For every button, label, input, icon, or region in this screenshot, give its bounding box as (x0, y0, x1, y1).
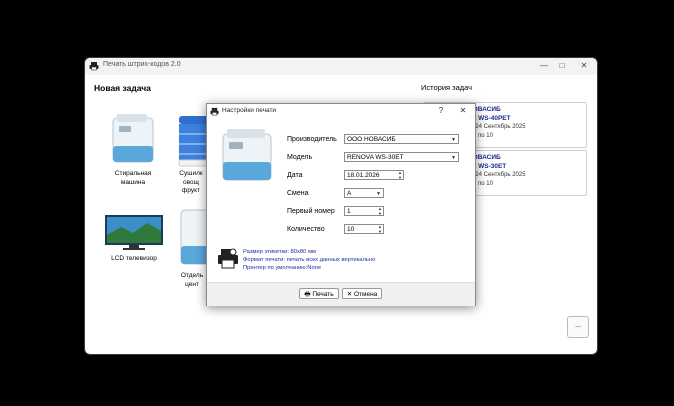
printer-icon: 🖶 (304, 291, 311, 298)
print-button[interactable]: 🖶 Печать (299, 288, 339, 299)
chevron-down-icon: ▼ (376, 191, 381, 197)
date-stepper[interactable]: ▲ ▼ (396, 170, 404, 181)
label-printer-icon (218, 248, 238, 269)
model-select[interactable]: RENOVA WS-30ET ▼ (344, 152, 459, 162)
product-label-line1: Отдель (180, 272, 204, 279)
shift-select[interactable]: А ▼ (344, 188, 384, 198)
dryer-image (178, 116, 207, 167)
date-value: 18.01.2026 (347, 172, 380, 179)
chevron-down-icon: ▼ (451, 137, 456, 143)
first-number-stepper[interactable]: ▲ ▼ (376, 206, 384, 217)
date-field[interactable]: 18.01.2026 ▲ ▼ (344, 170, 404, 180)
model-value: RENOVA WS-30ET (347, 154, 404, 161)
product-label-line1: Сушилк (179, 170, 203, 177)
dialog-title-bar: Настройки печати ? ✕ (207, 104, 475, 119)
dialog-title: Настройки печати (222, 107, 277, 114)
quantity-value: 10 (347, 226, 355, 233)
history-title: История задач (421, 83, 473, 92)
dialog-footer: 🖶 Печать ✕ Отмена (207, 282, 475, 306)
chevron-down-icon: ▼ (451, 155, 456, 161)
print-settings-dialog: Настройки печати ? ✕ Производитель ООО Н… (206, 103, 476, 306)
product-label-line3: фрукт (181, 187, 201, 194)
title-bar: Печать штрих-кодов 2.0 — □ ✕ (85, 58, 597, 75)
quantity-stepper[interactable]: ▲ ▼ (376, 224, 384, 235)
close-button[interactable]: ✕ (575, 60, 593, 72)
printer-icon (89, 62, 99, 71)
history-date: А. 24 Сентябрь 2025 (468, 124, 526, 130)
shift-label: Смена (287, 190, 309, 197)
window-title: Печать штрих-кодов 2.0 (103, 61, 181, 68)
first-number-field[interactable]: 1 ▲ ▼ (344, 206, 384, 216)
date-label: Дата (287, 172, 303, 179)
product-dryer[interactable]: Сушилк овощ фрукт (175, 112, 207, 196)
new-task-title: Новая задача (94, 83, 151, 93)
product-spin-dryer[interactable]: Отдель цент (177, 206, 207, 289)
washing-machine-image (112, 114, 154, 163)
product-lcd-tv[interactable]: LCD телевизор (103, 213, 165, 264)
washing-machine-image (222, 129, 272, 181)
print-button-label: Печать (312, 291, 334, 298)
first-number-label: Первый номер (287, 208, 335, 215)
product-label-line2: машина (120, 178, 146, 186)
spin-dryer-image (180, 209, 207, 265)
product-washing-machine[interactable]: Стиральная машина (105, 112, 161, 187)
maximize-button[interactable]: □ (553, 60, 571, 72)
minimize-button[interactable]: — (535, 60, 553, 72)
default-printer-info: Принтер по умолчанию:None (243, 265, 322, 271)
manufacturer-value: ООО НОВАСИБ (347, 136, 396, 143)
tv-image (105, 215, 163, 250)
quantity-field[interactable]: 10 ▲ ▼ (344, 224, 384, 234)
close-icon: ✕ (346, 291, 353, 298)
more-button[interactable]: ... (567, 316, 589, 338)
quantity-label: Количество (287, 226, 325, 233)
product-label-line1: Стиральная (114, 170, 152, 177)
cancel-button-label: Отмена (353, 291, 378, 298)
label-size-info: Размер этикетки: 80x80 мм (243, 249, 316, 255)
first-number-value: 1 (347, 208, 351, 215)
product-label-line2: цент (185, 280, 199, 288)
help-button[interactable]: ? (435, 106, 447, 115)
history-date: А. 24 Сентябрь 2025 (468, 172, 526, 178)
dialog-close-button[interactable]: ✕ (457, 106, 469, 115)
manufacturer-select[interactable]: ООО НОВАСИБ ▼ (344, 134, 459, 144)
model-label: Модель (287, 154, 313, 161)
printer-icon (210, 107, 219, 116)
product-label-line2: овощ (183, 178, 199, 186)
cancel-button[interactable]: ✕ Отмена (342, 288, 382, 299)
print-format-info: Формат печати: печать всех данных вертик… (243, 257, 376, 263)
product-label-line1: LCD телевизор (111, 255, 157, 262)
manufacturer-label: Производитель (287, 136, 337, 143)
shift-value: А (347, 190, 352, 197)
